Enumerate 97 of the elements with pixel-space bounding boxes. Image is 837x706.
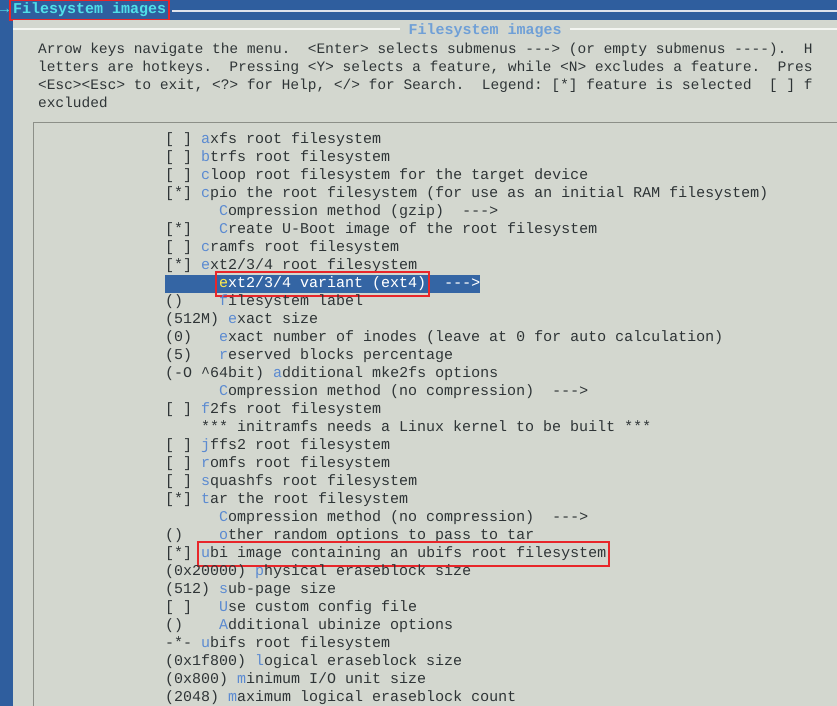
menu-item-label: Compression method (gzip) <box>219 203 444 221</box>
submenu-arrow: ---> <box>462 203 498 221</box>
menu-item-label: j ffs2 root filesystem <box>201 437 390 455</box>
option-value: (2048) <box>165 689 220 706</box>
option-value: [*] <box>165 545 192 563</box>
menu-item-label: tar the root filesystem <box>201 491 408 509</box>
menu-item[interactable]: () other random options to pass to tar <box>165 527 534 545</box>
menu-item-label: additional mke2fs options <box>273 365 498 383</box>
menu-item-label: physical eraseblock size <box>255 563 472 581</box>
menu-item[interactable]: (0x1f800) logical eraseblock size <box>165 653 462 671</box>
menu-item[interactable]: [*] cpio the root filesystem (for use as an initial RAM filesystem) <box>165 185 768 203</box>
menu-item-label: minimum I/O unit size <box>237 671 426 689</box>
option-value: (0) <box>165 329 194 347</box>
menu-item[interactable]: (512M) exact size <box>165 311 318 329</box>
menu-item-label: cpio the root filesystem (for use as an initial RAM filesystem) <box>201 185 768 203</box>
menu-item-label: romfs root filesystem <box>201 455 390 473</box>
menu-item[interactable]: (5) reserved blocks percentage <box>165 347 454 365</box>
menu-item[interactable]: [*] Create U-Boot image of the root filesystem <box>165 221 598 239</box>
menu-item[interactable]: [ ] j ffs2 root filesystem <box>165 437 390 455</box>
menu-title: Filesystem images <box>11 1 168 19</box>
option-value: () <box>165 527 184 545</box>
option-value: [ ] <box>165 437 192 455</box>
option-value: [ ] <box>165 131 192 149</box>
option-value: [ ] <box>165 599 194 617</box>
menu-item[interactable]: () filesystem label <box>165 293 364 311</box>
option-value: () <box>165 293 184 311</box>
menu-item-label: btrfs root filesystem <box>201 149 390 167</box>
option-value: [ ] <box>165 149 192 167</box>
dialog-title: Filesystem images <box>407 22 563 40</box>
menu-item-label: ubifs root filesystem <box>201 635 390 653</box>
menu-item[interactable]: [*] ubi image containing an ubifs root filesystem <box>165 545 606 563</box>
menu-item-label: sub-page size <box>219 581 336 599</box>
help-text: excluded <box>38 95 109 113</box>
option-value: (0x1f800) <box>165 653 246 671</box>
menu-item[interactable]: [ ] romfs root filesystem <box>165 455 390 473</box>
menu-item[interactable]: (0x20000) physical eraseblock size <box>165 563 472 581</box>
menu-item-label: filesystem label <box>219 293 364 311</box>
option-value: [*] <box>165 257 192 275</box>
help-text: letters are hotkeys. Pressing <Y> selects a feature, while <N> excludes a feature. Pres <box>38 59 814 77</box>
menu-item-label: exact size <box>228 311 318 329</box>
option-value: (0x800) <box>165 671 228 689</box>
menu-item-label: exact number of inodes (leave at 0 for auto calculation) <box>219 329 724 347</box>
option-value: (-O ^64bit) <box>165 365 264 383</box>
menu-item-label: reserved blocks percentage <box>219 347 454 365</box>
menu-item[interactable]: Compression method (gzip) ---> <box>165 203 498 221</box>
option-value: [*] <box>165 185 192 203</box>
menu-item[interactable]: (0x800) minimum I/O unit size <box>165 671 426 689</box>
help-text: Arrow keys navigate the menu. <Enter> selects submenus ---> (or empty submenus ----). H <box>38 41 814 59</box>
menu-item[interactable]: Compression method (no compression) ---> <box>165 509 588 527</box>
menu-item-label: axfs root filesystem <box>201 131 382 149</box>
menu-item[interactable]: [ ] axfs root filesystem <box>165 131 382 149</box>
menu-item-label: Compression method (no compression) <box>219 509 534 527</box>
option-value: (0x20000) <box>165 563 246 581</box>
menu-item[interactable]: -*- ubifs root filesystem <box>165 635 390 653</box>
option-value: [ ] <box>165 455 192 473</box>
menu-item[interactable]: [*] ext2/3/4 root filesystem <box>165 257 418 275</box>
menu-item[interactable]: [ ] cramfs root filesystem <box>165 239 400 257</box>
menu-item-label: logical eraseblock size <box>255 653 462 671</box>
option-value: [*] <box>165 491 192 509</box>
menu-item-label: cramfs root filesystem <box>201 239 400 257</box>
arrow-icon: → <box>0 1 10 19</box>
option-value: (512) <box>165 581 210 599</box>
menu-item-label: ext2/3/4 root filesystem <box>201 257 418 275</box>
submenu-arrow: ---> <box>552 509 588 527</box>
menu-item[interactable]: [ ] f2fs root filesystem <box>165 401 382 419</box>
menu-item-label: Create U-Boot image of the root filesystem <box>219 221 598 239</box>
option-value: [ ] <box>165 167 192 185</box>
option-value: (5) <box>165 347 194 365</box>
menu-item[interactable]: [ ] Use custom config file <box>165 599 418 617</box>
menu-item-label: Compression method (no compression) <box>219 383 534 401</box>
menu-item[interactable]: (0) exact number of inodes (leave at 0 for auto calculation) <box>165 329 724 347</box>
menu-item[interactable]: [ ] cloop root filesystem for the target device <box>165 167 588 185</box>
menu-item-label: other random options to pass to tar <box>219 527 534 545</box>
option-value: -*- <box>165 635 192 653</box>
option-value: (512M) <box>165 311 220 329</box>
menu-item[interactable]: (512) sub-page size <box>165 581 336 599</box>
option-value: [*] <box>165 221 194 239</box>
menu-item-label: maximum logical eraseblock count <box>228 689 516 706</box>
option-value: [ ] <box>165 239 192 257</box>
menu-item-label: Use custom config file <box>219 599 418 617</box>
menu-item-label: cloop root filesystem for the target device <box>201 167 588 185</box>
menu-item-label: squashfs root filesystem <box>201 473 418 491</box>
menu-item[interactable]: (2048) maximum logical eraseblock count <box>165 689 516 706</box>
menu-item[interactable]: [ ] btrfs root filesystem <box>165 149 390 167</box>
menu-item[interactable]: [*] tar the root filesystem <box>165 491 408 509</box>
menu-item-label: f2fs root filesystem <box>201 401 382 419</box>
submenu-arrow: ---> <box>444 275 480 293</box>
menu-item[interactable]: Compression method (no compression) ---> <box>165 383 588 401</box>
option-value: [ ] <box>165 473 192 491</box>
option-value: [ ] <box>165 401 192 419</box>
menu-item-label: Additional ubinize options <box>219 617 454 635</box>
option-value: () <box>165 617 184 635</box>
help-text: <Esc><Esc> to exit, <?> for Help, </> for Search. Legend: [*] feature is selected [ ] f <box>38 77 814 95</box>
menu-item[interactable]: [ ] squashfs root filesystem <box>165 473 418 491</box>
submenu-arrow: ---> <box>552 383 588 401</box>
menu-item[interactable]: () Additional ubinize options <box>165 617 454 635</box>
menu-item[interactable]: (-O ^64bit) additional mke2fs options <box>165 365 498 383</box>
